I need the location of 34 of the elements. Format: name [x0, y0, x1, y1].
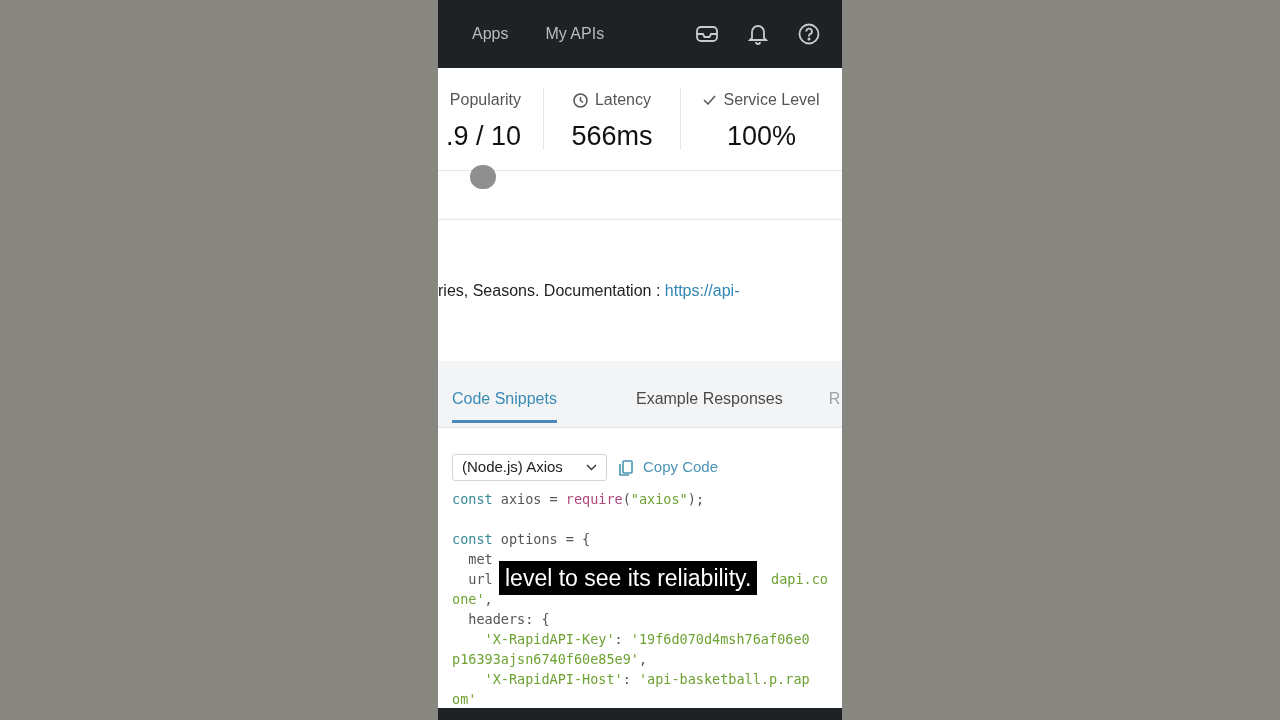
copy-code-button[interactable]: Copy Code	[619, 456, 719, 479]
code-line: 'X-RapidAPI-Key': '19f6d070d4msh76af06e0	[483, 630, 810, 649]
code-line: const axios = require("axios");	[452, 490, 704, 509]
code-line: om'	[452, 690, 477, 709]
code-line: headers: {	[467, 610, 550, 629]
caret-icon	[586, 464, 597, 471]
stat-label: Service Level	[723, 90, 820, 110]
code-line: 'X-RapidAPI-Host': 'api-basketball.p.rap	[483, 670, 810, 689]
stat-value: 100%	[726, 120, 797, 153]
clock-icon	[572, 92, 588, 108]
nav-link[interactable]: Apps	[472, 22, 509, 46]
stat-value: .9 / 10	[445, 120, 521, 153]
code-line: met	[467, 550, 493, 569]
code-line: const options = {	[452, 530, 591, 549]
stat-label: Popularity	[449, 90, 521, 110]
code-fragment: url	[467, 570, 493, 589]
bell-icon[interactable]	[748, 23, 768, 45]
caption-text: level to see its reliability.	[499, 561, 758, 595]
inbox-icon[interactable]	[696, 25, 718, 43]
copy-icon	[619, 459, 633, 476]
touch-indicator	[470, 165, 496, 189]
documentation-link[interactable]: https://api-	[664, 281, 740, 299]
tab[interactable]: Example Responses	[635, 388, 783, 423]
nav-link[interactable]: My APIs	[545, 22, 605, 46]
tab[interactable]: Code Snippets	[452, 388, 557, 423]
check-icon	[703, 95, 717, 105]
code-line: p16393ajsn6740f60e85e9',	[452, 650, 648, 669]
stat-label: Latency	[594, 90, 651, 110]
description-text: ries, Seasons. Documentation : https://api-	[438, 280, 740, 301]
code-fragment: dapi.co	[771, 570, 828, 589]
help-icon[interactable]	[798, 23, 820, 45]
language-dropdown[interactable]: (Node.js) Axios	[452, 454, 607, 481]
code-line: one',	[452, 590, 493, 609]
stat-value: 566ms	[571, 120, 653, 153]
